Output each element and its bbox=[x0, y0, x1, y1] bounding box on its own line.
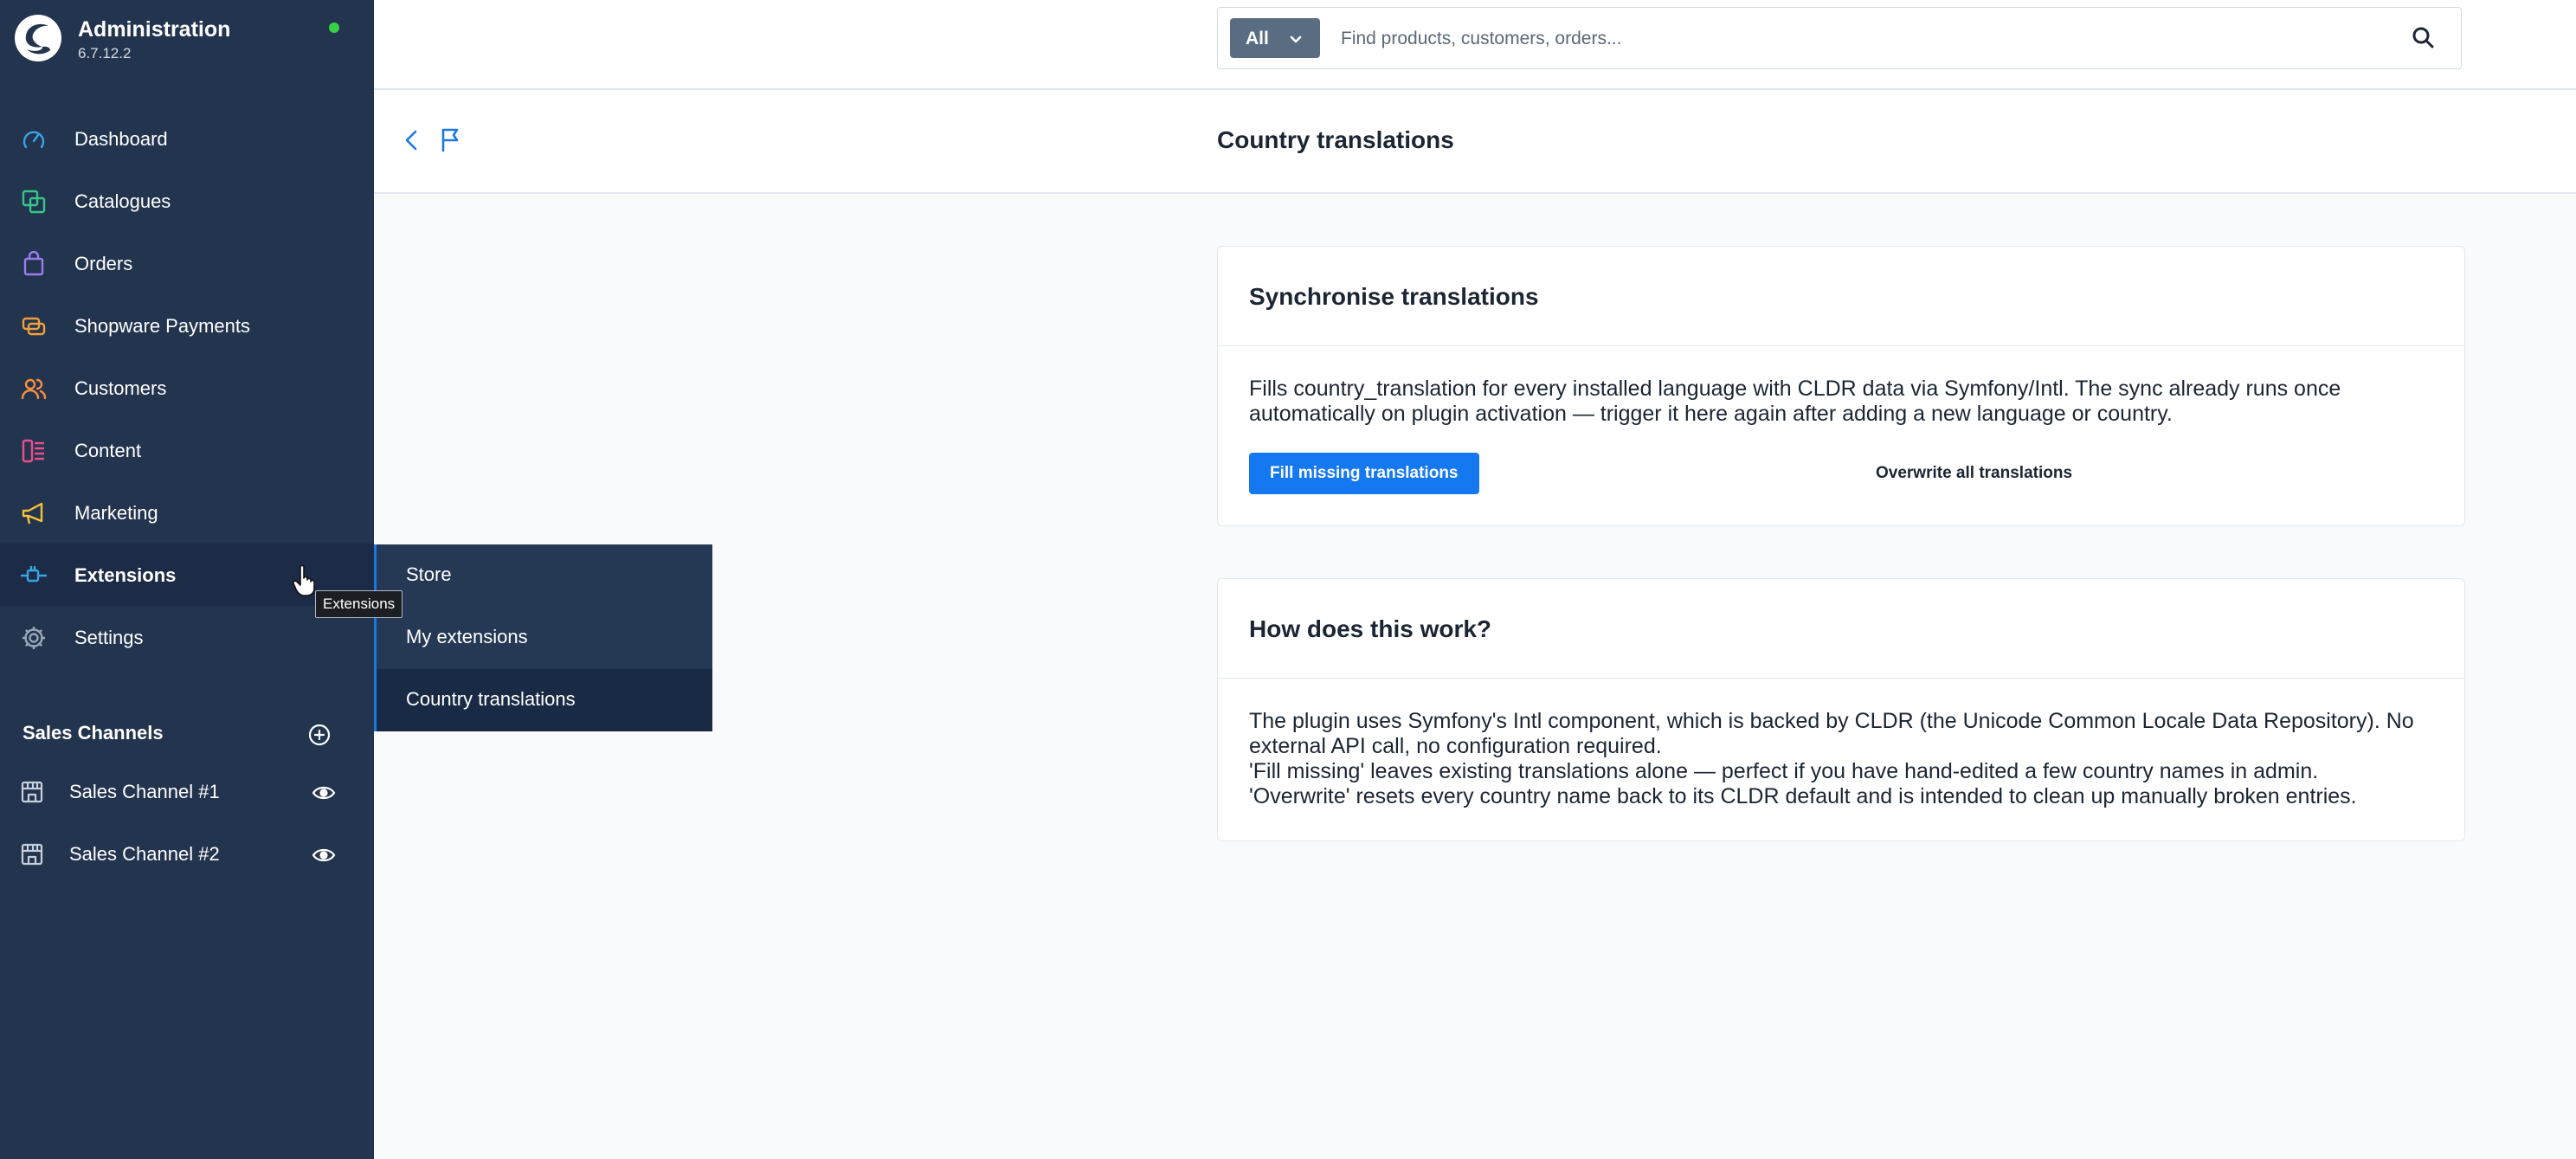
how-it-works-card: How does this work? The plugin uses Symf… bbox=[1217, 578, 2465, 841]
flyout-item-label: Country translations bbox=[406, 688, 576, 710]
storefront-icon bbox=[21, 781, 43, 803]
sidebar-item-catalogues[interactable]: Catalogues bbox=[0, 170, 374, 232]
page-title: Country translations bbox=[1217, 126, 1454, 153]
add-circle-icon[interactable] bbox=[306, 722, 332, 748]
card-title: Synchronise translations bbox=[1249, 283, 1539, 310]
sales-channel-label: Sales Channel #2 bbox=[69, 843, 220, 865]
search-icon[interactable] bbox=[2407, 22, 2440, 55]
card-title: How does this work? bbox=[1249, 615, 1492, 642]
payment-icon bbox=[22, 317, 46, 336]
description-line: 'Overwrite' resets every country name ba… bbox=[1249, 784, 2357, 808]
chevron-down-icon bbox=[1290, 35, 1302, 43]
megaphone-icon bbox=[22, 502, 43, 525]
flyout-item-country-translations[interactable]: Country translations bbox=[377, 669, 712, 731]
sidebar-item-shopware-payments[interactable]: Shopware Payments bbox=[0, 294, 374, 357]
shopping-bag-icon bbox=[23, 251, 44, 276]
flyout-item-my-extensions[interactable]: My extensions bbox=[377, 607, 712, 669]
gauge-icon bbox=[23, 131, 45, 149]
sidebar-item-content[interactable]: Content bbox=[0, 419, 374, 481]
sidebar-item-dashboard[interactable]: Dashboard bbox=[0, 107, 374, 170]
search-input[interactable] bbox=[1339, 20, 2381, 58]
sidebar-item-label: Customers bbox=[74, 377, 167, 399]
plug-icon bbox=[21, 565, 47, 583]
status-indicator bbox=[329, 23, 339, 33]
top-bar: All bbox=[374, 0, 2576, 90]
eye-icon[interactable] bbox=[312, 782, 336, 803]
tooltip: Extensions bbox=[315, 590, 403, 618]
flyout-item-label: My extensions bbox=[406, 626, 528, 647]
sidebar-item-orders[interactable]: Orders bbox=[0, 232, 374, 294]
sidebar-item-label: Shopware Payments bbox=[74, 315, 250, 337]
sidebar-item-label: Settings bbox=[74, 627, 144, 648]
sales-channel-item[interactable]: Sales Channel #2 bbox=[0, 824, 374, 886]
card-header: Synchronise translations bbox=[1218, 247, 2464, 346]
extensions-flyout-menu: Store My extensions Country translations bbox=[374, 544, 712, 731]
gear-icon bbox=[23, 627, 45, 649]
overwrite-all-translations-button[interactable]: Overwrite all translations bbox=[1855, 453, 2093, 494]
content-icon bbox=[22, 439, 44, 463]
description-line: The plugin uses Symfony's Intl component… bbox=[1249, 709, 2414, 758]
chevron-left-icon[interactable] bbox=[398, 125, 426, 156]
sidebar-item-marketing[interactable]: Marketing bbox=[0, 481, 374, 544]
card-header: How does this work? bbox=[1218, 579, 2464, 679]
card-description: Fills country_translation for every inst… bbox=[1249, 377, 2341, 426]
card-description: The plugin uses Symfony's Intl component… bbox=[1249, 709, 2435, 809]
sidebar-item-label: Dashboard bbox=[74, 128, 168, 150]
users-icon bbox=[21, 378, 47, 400]
flyout-item-store[interactable]: Store bbox=[377, 544, 712, 607]
flyout-item-label: Store bbox=[406, 563, 452, 585]
search-type-select[interactable]: All bbox=[1230, 18, 1320, 58]
storefront-icon bbox=[21, 843, 43, 866]
sidebar-item-label: Orders bbox=[74, 253, 133, 274]
search-type-label: All bbox=[1246, 29, 1269, 48]
sidebar-item-label: Catalogues bbox=[74, 190, 171, 212]
sidebar-item-label: Extensions bbox=[74, 564, 177, 586]
flag-icon[interactable] bbox=[436, 125, 464, 156]
fill-missing-translations-button[interactable]: Fill missing translations bbox=[1249, 453, 1479, 494]
sidebar-item-label: Marketing bbox=[74, 502, 158, 524]
page-header: Country translations bbox=[374, 90, 2576, 194]
eye-icon[interactable] bbox=[312, 845, 336, 866]
sales-channel-label: Sales Channel #1 bbox=[69, 781, 220, 802]
brand-title: Administration bbox=[78, 17, 231, 42]
brand-version: 6.7.12.2 bbox=[78, 45, 132, 61]
sidebar-item-customers[interactable]: Customers bbox=[0, 357, 374, 419]
global-search: All bbox=[1217, 7, 2462, 69]
brand[interactable]: Administration 6.7.12.2 bbox=[14, 14, 360, 66]
sales-channel-item[interactable]: Sales Channel #1 bbox=[0, 762, 374, 824]
sync-translations-card: Synchronise translations Fills country_t… bbox=[1217, 246, 2465, 526]
sales-channels-title: Sales Channels bbox=[23, 722, 164, 744]
catalogue-icon bbox=[22, 190, 46, 214]
shopware-logo-icon bbox=[15, 15, 61, 61]
description-line: 'Fill missing' leaves existing translati… bbox=[1249, 759, 2319, 783]
hand-cursor-icon bbox=[293, 564, 315, 596]
sidebar-item-label: Content bbox=[74, 440, 142, 461]
